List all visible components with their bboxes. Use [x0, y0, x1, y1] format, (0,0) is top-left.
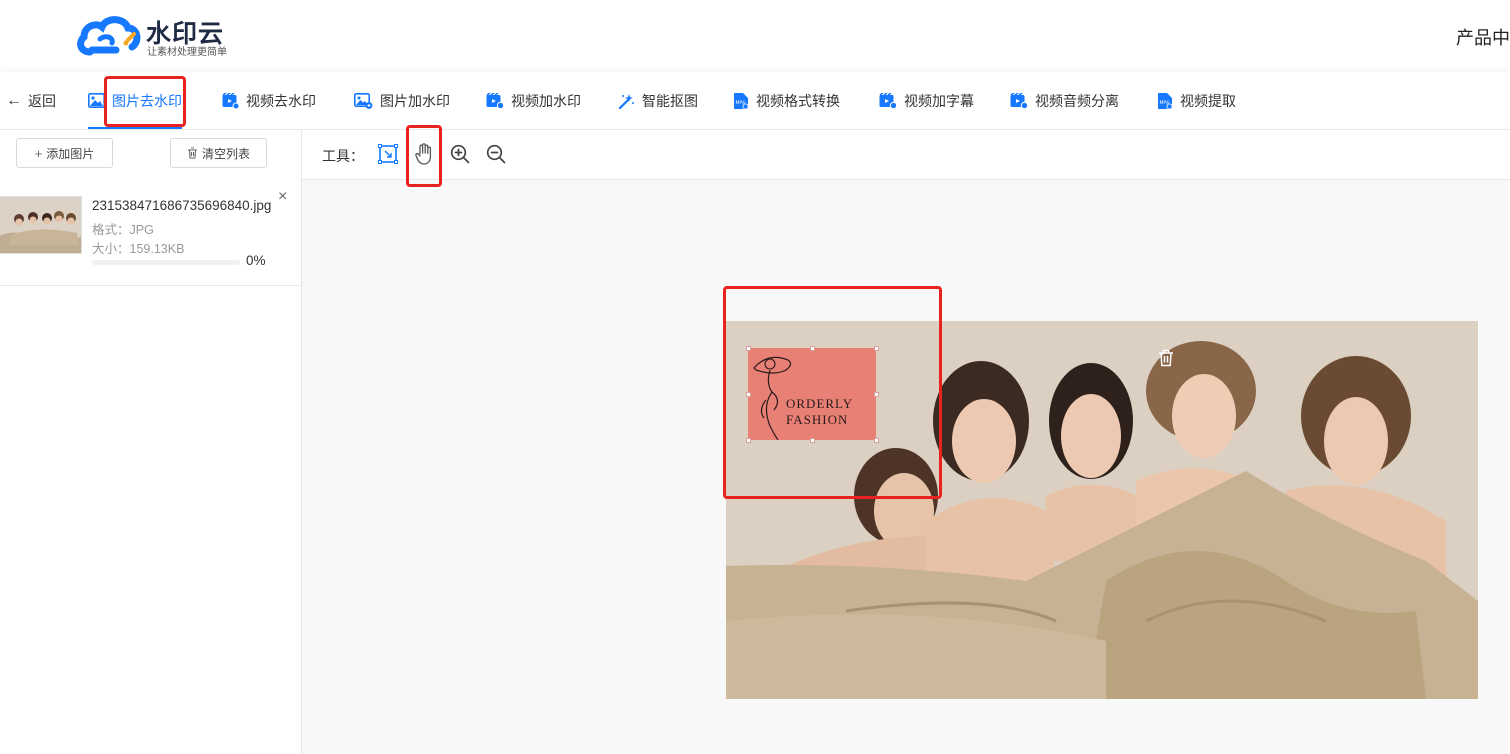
- clear-list-label: 清空列表: [201, 146, 250, 161]
- resize-handle[interactable]: [746, 392, 751, 397]
- video-subtitle-icon: [879, 92, 897, 109]
- video-add-icon: [486, 92, 504, 109]
- cloud-logo-icon: [77, 16, 141, 56]
- logo[interactable]: 水印云 让素材处理更简单: [76, 10, 256, 62]
- zoom-out-tool[interactable]: [484, 142, 508, 166]
- tool-nav: ← 返回 图片去水印 视频去水印 图片加水印 视频加水印 智能抠图 MP4 视频…: [0, 72, 1510, 130]
- zoom-out-icon: [486, 144, 506, 164]
- file-thumbnail: [0, 196, 82, 254]
- tab-label: 图片加水印: [380, 92, 450, 109]
- magic-wand-icon: [618, 93, 634, 109]
- file-progress-bar: [92, 260, 240, 265]
- tab-smart-cutout[interactable]: 智能抠图: [618, 72, 698, 129]
- resize-handle[interactable]: [874, 392, 879, 397]
- resize-handle[interactable]: [810, 346, 815, 351]
- back-label: 返回: [28, 92, 56, 109]
- zoom-in-tool[interactable]: [448, 142, 472, 166]
- tab-video-extract[interactable]: MP4 视频提取: [1157, 72, 1236, 129]
- resize-handle[interactable]: [746, 438, 751, 443]
- tab-label: 智能抠图: [642, 92, 698, 109]
- select-rect-tool[interactable]: [376, 142, 400, 166]
- tab-label: 视频格式转换: [756, 92, 840, 109]
- tab-video-audio-separate[interactable]: 视频音频分离: [1010, 72, 1119, 129]
- file-list-item[interactable]: 2315384716867356968​40.jpg 格式：JPG 大小：159…: [0, 186, 301, 286]
- select-rect-icon: [378, 144, 398, 164]
- tab-label: 视频提取: [1180, 92, 1236, 109]
- toolbar-label: 工具：: [322, 148, 364, 164]
- brand-slogan: 让素材处理更简单: [147, 47, 227, 58]
- tab-label: 视频加字幕: [904, 92, 974, 109]
- file-progress-text: 0%: [246, 253, 266, 268]
- tab-video-subtitle[interactable]: 视频加字幕: [879, 72, 974, 129]
- resize-handle[interactable]: [874, 438, 879, 443]
- hand-pan-icon: [415, 143, 432, 165]
- products-menu-link[interactable]: 产品中: [1456, 24, 1510, 50]
- file-format: 格式：JPG: [92, 223, 154, 237]
- resize-handle[interactable]: [874, 346, 879, 351]
- clear-list-button[interactable]: 清空列表: [170, 138, 267, 168]
- editor-canvas[interactable]: ORDERLY FASHION: [302, 180, 1510, 754]
- tab-label: 视频去水印: [246, 92, 316, 109]
- tab-image-remove-watermark[interactable]: 图片去水印: [88, 72, 182, 129]
- editor-toolbar: 工具：: [302, 130, 1510, 180]
- tab-video-add-watermark[interactable]: 视频加水印: [486, 72, 581, 129]
- tab-video-remove-watermark[interactable]: 视频去水印: [222, 72, 316, 129]
- file-list-panel: + 添加图片 清空列表 2315384716867356968​40.jpg 格…: [0, 130, 302, 754]
- zoom-in-icon: [450, 144, 470, 164]
- tab-label: 视频音频分离: [1035, 92, 1119, 109]
- app-header: 水印云 让素材处理更简单 产品中: [0, 0, 1510, 72]
- mp4-file-icon: MP4: [1158, 92, 1173, 109]
- watermark-selection-box[interactable]: ORDERLY FASHION: [746, 346, 879, 443]
- hand-pan-tool[interactable]: [412, 142, 436, 166]
- file-size: 大小：159.13KB: [92, 242, 185, 256]
- back-button[interactable]: ← 返回: [6, 72, 56, 129]
- image-icon: [88, 93, 105, 108]
- tab-label: 图片去水印: [112, 92, 182, 109]
- watermark-text: ORDERLY FASHION: [786, 396, 853, 428]
- watermark-text-line-1: ORDERLY: [786, 396, 854, 411]
- remove-file-icon[interactable]: ×: [278, 188, 287, 206]
- tab-label: 视频加水印: [511, 92, 581, 109]
- add-image-button[interactable]: + 添加图片: [16, 138, 113, 168]
- tab-video-format-convert[interactable]: MP4 视频格式转换: [733, 72, 840, 129]
- add-image-label: 添加图片: [46, 146, 95, 161]
- watermark-text-line-2: FASHION: [786, 412, 849, 427]
- trash-icon: [187, 147, 197, 159]
- trash-icon: [1159, 349, 1173, 367]
- image-add-icon: [354, 92, 373, 109]
- video-icon: [222, 92, 239, 109]
- file-name: 2315384716867356968​40.jpg: [92, 198, 272, 213]
- mp4-file-icon: MP4: [734, 92, 749, 109]
- video-audio-icon: [1010, 92, 1028, 109]
- arrow-left-icon: ←: [6, 91, 22, 109]
- plus-icon: +: [34, 145, 43, 161]
- resize-handle[interactable]: [746, 346, 751, 351]
- delete-selection-button[interactable]: [1158, 349, 1174, 372]
- resize-handle[interactable]: [810, 438, 815, 443]
- tab-image-add-watermark[interactable]: 图片加水印: [354, 72, 450, 129]
